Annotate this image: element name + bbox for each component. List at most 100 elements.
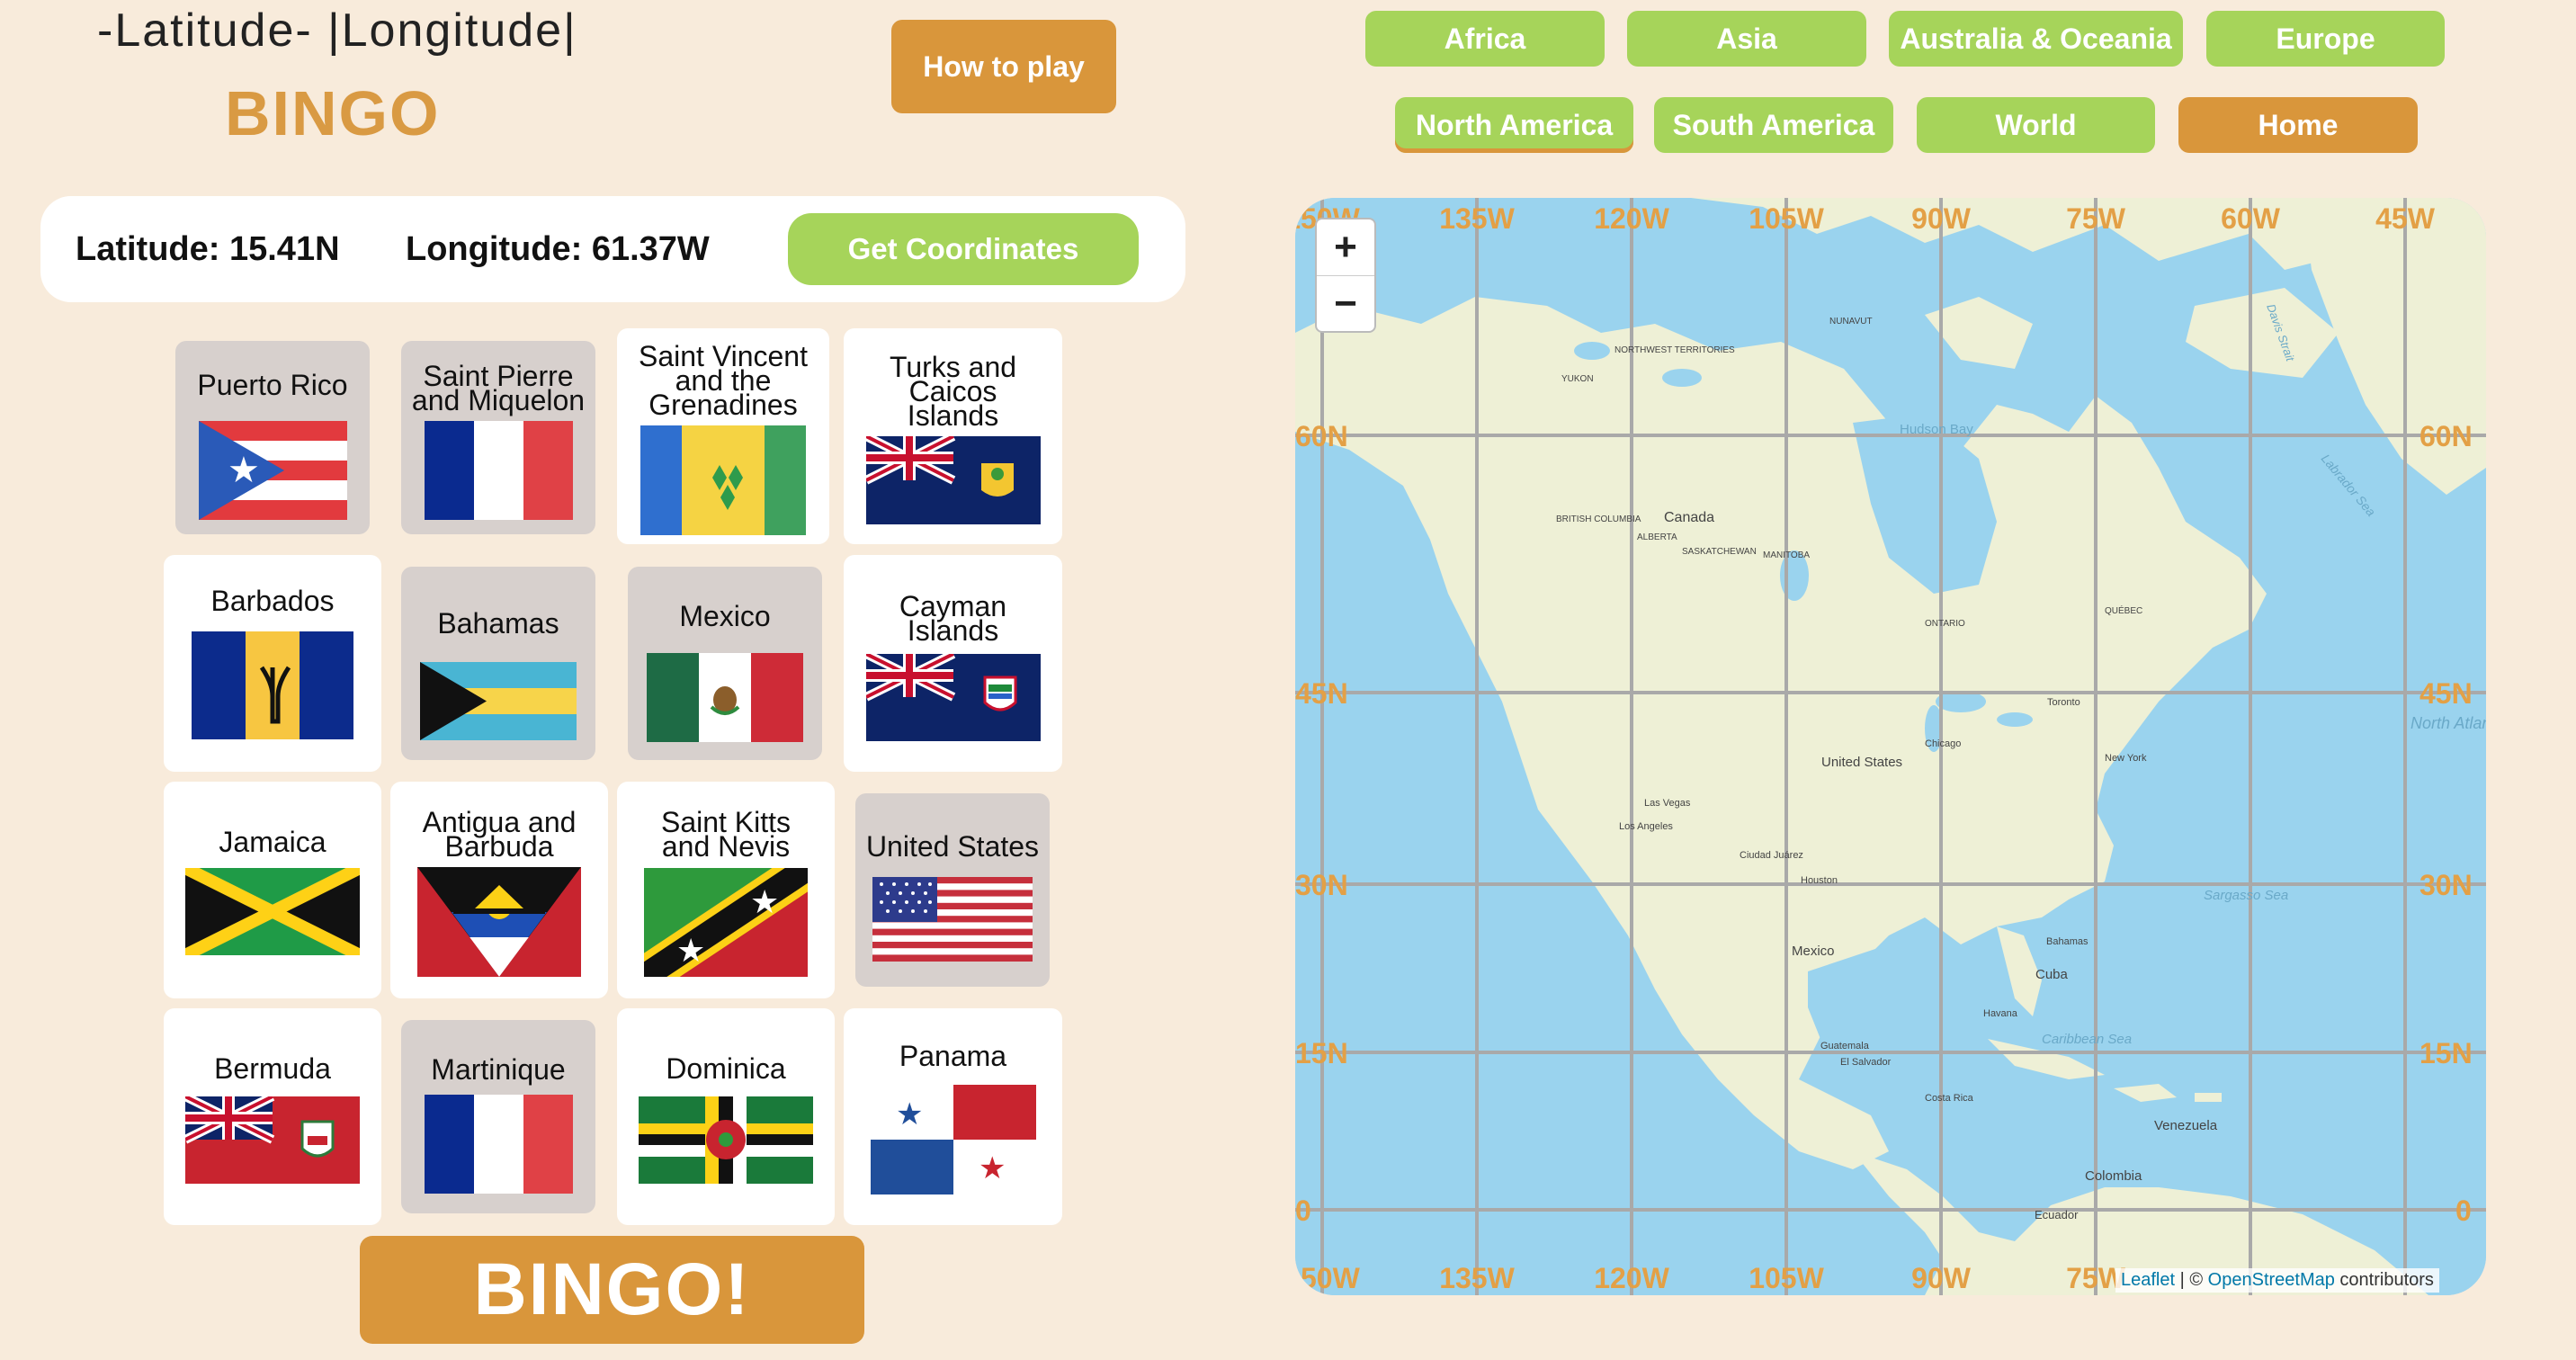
card-label: Cayman Islands [899,590,1007,647]
lon-label-top-75w: 75W [2066,202,2126,235]
bermuda-flag [185,1096,360,1184]
bingo-card-dominica[interactable]: Dominica [617,1008,835,1225]
bingo-card-united-states[interactable]: United States [855,793,1050,987]
zoom-in-button[interactable]: + [1317,219,1374,276]
lat-label-left-15n: 15N [1295,1037,1348,1069]
bingo-card-panama[interactable]: Panama ★ ★ [844,1008,1062,1225]
nav-europe-button[interactable]: Europe [2206,11,2445,67]
label-caribbean-sea: Caribbean Sea [2042,1032,2132,1047]
label-british-columbia: BRITISH COLUMBIA [1556,514,1641,524]
label-new-york: New York [2105,753,2147,764]
label-north-atlantic: North Atlantic Ocean [2411,714,2486,732]
label-guatemala: Guatemala [1820,1041,1870,1051]
bingo-card-cayman[interactable]: Cayman Islands [844,555,1062,772]
label-united-states: United States [1821,755,1902,770]
nav-home-button[interactable]: Home [2178,97,2418,153]
bingo-card-turks-caicos[interactable]: Turks and Caicos Islands [844,328,1062,544]
bingo-card-barbados[interactable]: Barbados [164,555,381,772]
svg-text:150W: 150W [1295,1262,1361,1294]
map-container[interactable]: 150W 135W 120W 105W 90W 75W 60W 45W 150W… [1295,198,2486,1295]
label-ontario: ONTARIO [1925,619,1965,629]
label-costa-rica: Costa Rica [1925,1093,1974,1104]
lat-label-right-30n: 30N [2419,869,2473,901]
card-label: Turks and Caicos Islands [889,351,1017,432]
label-venezuela: Venezuela [2154,1118,2218,1133]
nav-asia-button[interactable]: Asia [1627,11,1866,67]
label-nunavut: NUNAVUT [1829,317,1873,327]
nav-africa-button[interactable]: Africa [1365,11,1605,67]
cayman-flag [865,654,1041,741]
puerto-rico-flag: ★ [198,421,347,520]
lon-label-top-60w: 60W [2221,202,2281,235]
bingo-card-saint-kitts[interactable]: Saint Kitts and Nevis ★ ★ [617,782,835,998]
bingo-button[interactable]: BINGO! [360,1236,864,1344]
lat-label-right-15n: 15N [2419,1037,2473,1069]
dominica-flag [639,1096,813,1184]
leaflet-link[interactable]: Leaflet [2121,1270,2175,1290]
jamaica-flag [185,868,360,955]
label-ecuador: Ecuador [2035,1208,2079,1221]
lon-label-top-45w: 45W [2375,202,2436,235]
zoom-control: + − [1315,218,1376,333]
label-havana: Havana [1983,1008,2018,1019]
card-label: Panama [899,1040,1007,1072]
barbados-flag [192,631,353,739]
card-label: Bermuda [214,1052,331,1085]
card-label: Jamaica [219,826,326,858]
label-sargasso-sea: Sargasso Sea [2204,888,2288,903]
label-houston: Houston [1801,875,1838,886]
app-title-line2: BINGO [225,78,441,148]
label-ciudad-juarez: Ciudad Juárez [1740,850,1803,861]
lat-label-right-60n: 60N [2419,420,2473,452]
label-chicago: Chicago [1925,738,1961,749]
bingo-card-antigua[interactable]: Antigua and Barbuda [390,782,608,998]
get-coordinates-button[interactable]: Get Coordinates [788,213,1139,285]
card-label: Dominica [666,1052,786,1085]
bingo-card-bahamas[interactable]: Bahamas [401,567,595,760]
panama-flag: ★ ★ [870,1085,1036,1194]
zoom-out-button[interactable]: − [1317,276,1374,332]
card-label: Mexico [679,600,771,632]
bingo-card-mexico[interactable]: Mexico [628,567,822,760]
bingo-card-martinique[interactable]: Martinique [401,1020,595,1213]
label-hudson-bay: Hudson Bay [1900,422,1973,437]
mexico-flag [647,653,803,742]
app-title-line1: -Latitude- |Longitude| [97,4,577,57]
bingo-card-puerto-rico[interactable]: Puerto Rico ★ [175,341,370,534]
svg-text:★: ★ [676,933,705,970]
card-label: Barbados [210,585,335,617]
how-to-play-button[interactable]: How to play [891,20,1116,113]
turks-caicos-flag [865,436,1041,524]
lon-label-bottom-105w: 105W [1749,1262,1824,1294]
card-label: Martinique [431,1053,566,1086]
map-attribution: Leaflet | © OpenStreetMap contributors [2115,1268,2439,1293]
bingo-card-saint-vincent[interactable]: Saint Vincent and the Grenadines [617,328,829,544]
nav-north-america-button[interactable]: North America [1395,97,1633,153]
openstreetmap-link[interactable]: OpenStreetMap [2208,1270,2335,1290]
lat-label-right-0: 0 [2455,1194,2472,1227]
nav-world-button[interactable]: World [1917,97,2155,153]
nav-south-america-button[interactable]: South America [1654,97,1893,153]
card-label: Puerto Rico [197,369,348,401]
label-manitoba: MANITOBA [1763,550,1810,560]
card-label: Saint Kitts and Nevis [660,806,792,863]
label-canada: Canada [1664,510,1714,525]
nav-australia-oceania-button[interactable]: Australia & Oceania [1889,11,2183,67]
lat-label-left-30n: 30N [1295,869,1348,901]
lon-label-top-105w: 105W [1749,202,1824,235]
north-america-map[interactable]: 150W 135W 120W 105W 90W 75W 60W 45W 150W… [1295,198,2486,1295]
saint-kitts-flag: ★ ★ [644,868,808,977]
card-label: Antigua and Barbuda [422,806,577,863]
card-label: Saint Pierre and Miquelon [411,360,586,416]
bingo-card-jamaica[interactable]: Jamaica [164,782,381,998]
usa-flag [872,877,1033,962]
label-cuba: Cuba [2035,967,2069,982]
lon-label-top-120w: 120W [1594,202,1669,235]
bingo-card-bermuda[interactable]: Bermuda [164,1008,381,1225]
label-colombia: Colombia [2085,1168,2142,1184]
label-los-angeles: Los Angeles [1619,821,1673,832]
label-alberta: ALBERTA [1637,532,1677,542]
saint-pierre-miquelon-flag [424,421,573,520]
bingo-card-saint-pierre-miquelon[interactable]: Saint Pierre and Miquelon [401,341,595,534]
lat-label-right-45n: 45N [2419,677,2473,710]
